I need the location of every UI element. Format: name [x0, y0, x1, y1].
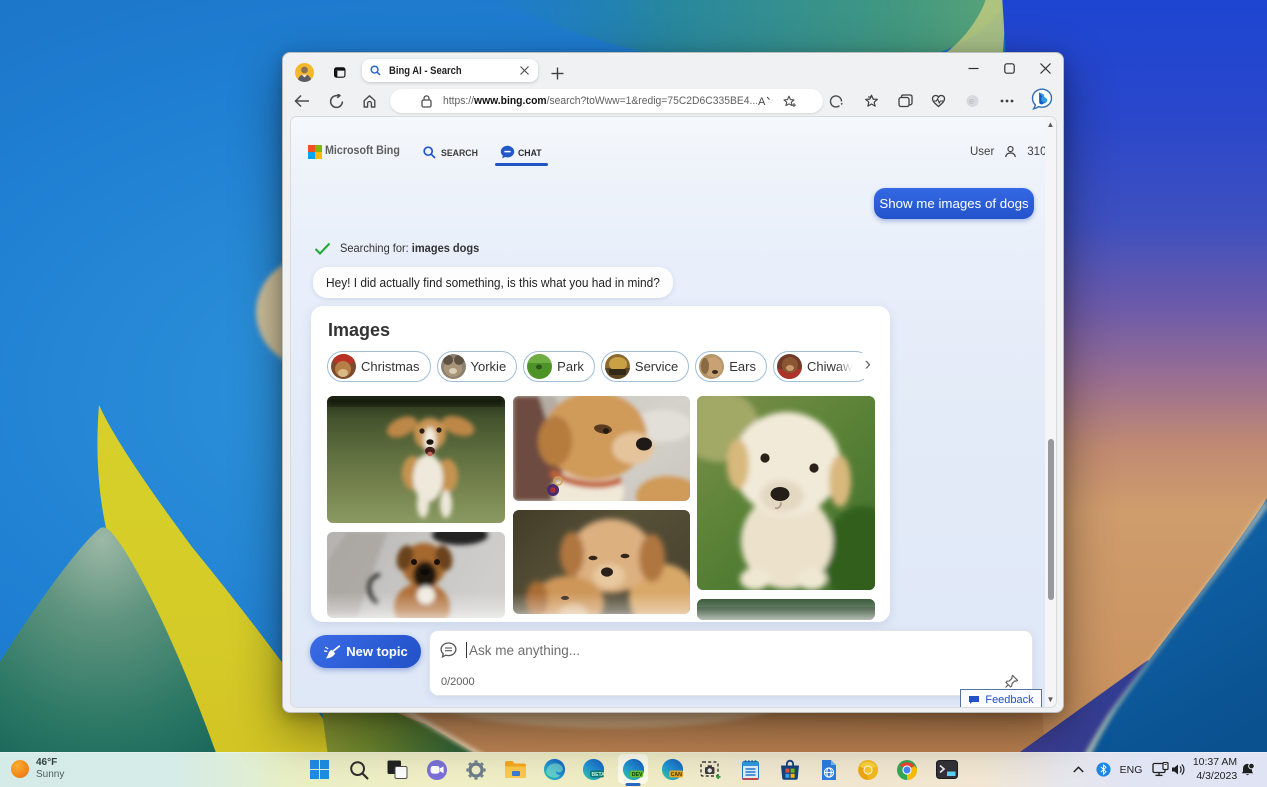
- svg-text:A: A: [758, 96, 766, 107]
- svg-text:e: e: [969, 96, 974, 106]
